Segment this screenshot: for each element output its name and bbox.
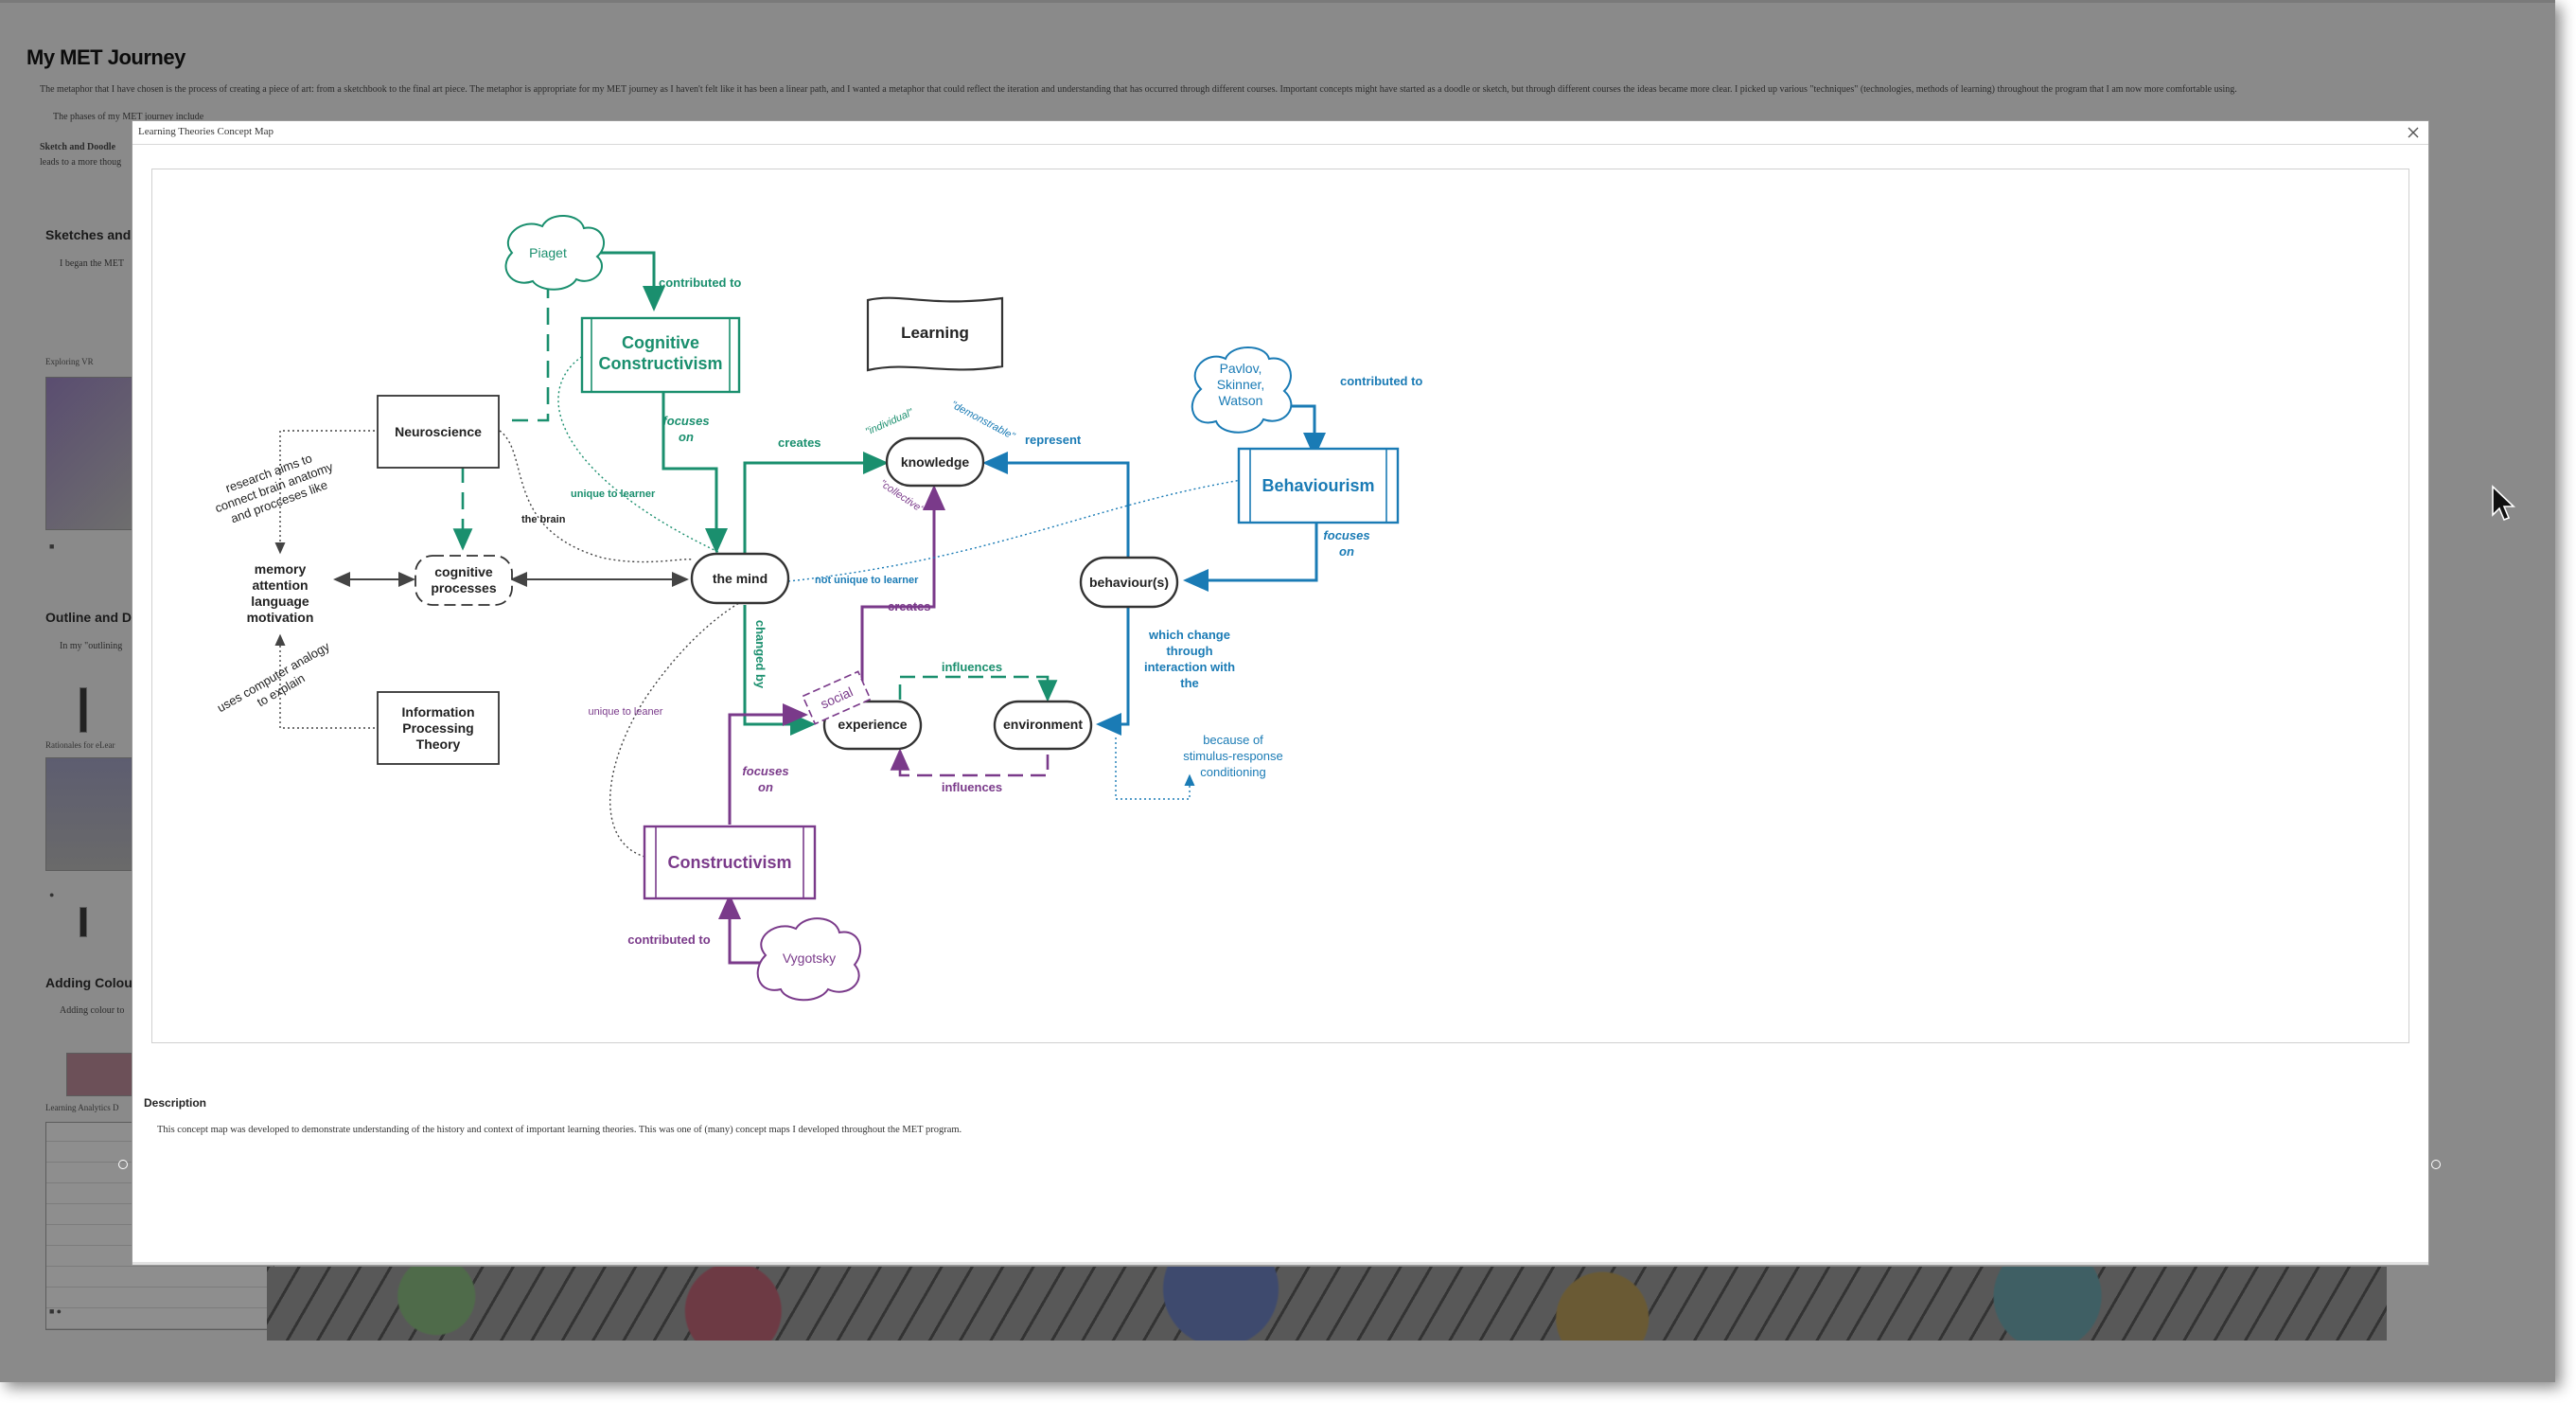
section-heading-colour: Adding Colou <box>45 975 132 990</box>
individual-text: "individual" <box>864 406 916 437</box>
constructivism-label: Constructivism <box>667 853 791 872</box>
neuroscience-label: Neuroscience <box>395 424 482 439</box>
behaviours-label: behaviour(s) <box>1089 575 1169 590</box>
modal-title: Learning Theories Concept Map <box>138 126 274 137</box>
mind-creates-label: creates <box>778 435 821 450</box>
individual-label: "individual" <box>864 406 916 437</box>
outline-text: In my "outlining <box>60 641 123 651</box>
memory-label-4: motivation <box>247 610 314 625</box>
page-title: My MET Journey <box>26 45 185 69</box>
carousel-dot-right[interactable] <box>2431 1160 2441 1169</box>
exploring-vr-caption: Exploring VR <box>45 357 94 366</box>
pavlov-label-1: Pavlov, <box>1220 361 1262 376</box>
changed-by-label: changed by <box>753 620 768 689</box>
influences-purple-label: influences <box>942 780 1002 794</box>
concept-map-modal: Learning Theories Concept Map Learning P… <box>132 120 2429 1266</box>
modal-header: Learning Theories Concept Map <box>132 121 2428 145</box>
which-label-4: the <box>1180 676 1199 690</box>
changed-by-text: changed by <box>753 620 768 689</box>
behaviourism-on-label: on <box>1339 544 1354 559</box>
represent-label: represent <box>1025 433 1082 447</box>
uses-label: uses computer analogy to explain <box>215 639 332 715</box>
cognitive-processes-label-1: cognitive <box>434 564 493 579</box>
description-heading: Description <box>144 1096 207 1110</box>
mouse-cursor-icon <box>2492 485 2515 522</box>
experience-label: experience <box>838 717 907 732</box>
sketch-heading-inline: Sketch and Doodle <box>40 142 116 152</box>
ipt-label-1: Information <box>402 704 475 719</box>
experience-creates-label: creates <box>888 599 931 613</box>
modal-footer-divider <box>132 1262 2428 1265</box>
rationales-thumbnail[interactable] <box>45 757 132 871</box>
cc-label-2: Constructivism <box>598 354 722 373</box>
pavlov-contributed-label: contributed to <box>1340 374 1422 388</box>
which-label-1: which change <box>1148 628 1230 642</box>
uses-label-1: uses computer analogy <box>215 639 332 715</box>
ipt-label-3: Theory <box>416 737 461 752</box>
description-text: This concept map was developed to demons… <box>157 1125 962 1135</box>
colour-thumbnail <box>66 1053 134 1096</box>
research-label: research aims to connect brain anatomy a… <box>213 451 335 525</box>
influences-green-label: influences <box>942 660 1002 674</box>
intro-paragraph: The metaphor that I have chosen is the p… <box>40 84 2237 95</box>
ipt-label-2: Processing <box>402 720 473 736</box>
concept-map-frame: Learning Piaget Cognitive Constructivism… <box>151 169 2409 1043</box>
because-label-3: conditioning <box>1200 765 1265 779</box>
rationales-bar <box>79 907 87 937</box>
demonstrable-text: "demonstrable" <box>949 400 1017 443</box>
carousel-dot-left[interactable] <box>118 1160 128 1169</box>
colour-text: Adding colour to <box>60 1005 125 1016</box>
which-label-3: interaction with <box>1144 660 1235 674</box>
knowledge-label: knowledge <box>901 454 970 470</box>
cognitive-processes-label-2: processes <box>431 580 496 595</box>
pavlov-label-3: Watson <box>1219 393 1263 408</box>
close-button[interactable] <box>2404 123 2423 142</box>
unique-to-leaner-label: unique to leaner <box>589 706 663 718</box>
constructivism-focuses-label: focuses <box>742 764 788 778</box>
the-brain-label: the brain <box>521 514 566 525</box>
memory-label-3: language <box>251 594 309 609</box>
piaget-contributed-label: contributed to <box>659 275 741 290</box>
comment-icon[interactable]: ■ <box>49 542 54 551</box>
because-label-2: stimulus-response <box>1183 749 1283 763</box>
analytics-icons[interactable]: ■ ● <box>49 1306 62 1316</box>
learning-label: Learning <box>901 324 969 342</box>
behaviourism-label: Behaviourism <box>1262 476 1374 495</box>
artwork-banner <box>267 1267 2387 1341</box>
pavlov-label-2: Skinner, <box>1217 377 1265 392</box>
demonstrable-label: "demonstrable" <box>949 400 1017 443</box>
cc-on-label: on <box>679 430 694 444</box>
memory-label-2: attention <box>252 577 308 593</box>
concept-map: Learning Piaget Cognitive Constructivism… <box>213 214 1422 1002</box>
constructivism-on-label: on <box>758 780 773 794</box>
leads-to-text: leads to a more thoug <box>40 157 122 168</box>
sketches-text: I began the MET <box>60 258 125 269</box>
memory-label-1: memory <box>255 561 307 577</box>
cc-label-1: Cognitive <box>622 333 699 352</box>
environment-label: environment <box>1003 717 1083 732</box>
which-label-2: through <box>1166 644 1212 658</box>
outline-thumbnail <box>79 687 87 733</box>
behaviourism-focuses-label: focuses <box>1323 528 1369 542</box>
unique-to-learner-label: unique to learner <box>571 488 656 500</box>
vygotsky-label: Vygotsky <box>783 950 836 966</box>
piaget-label: Piaget <box>529 245 567 260</box>
vygotsky-contributed-label: contributed to <box>627 932 710 947</box>
because-label-1: because of <box>1203 733 1263 747</box>
rationales-caption: Rationales for eLear <box>45 740 115 750</box>
close-icon <box>2408 127 2419 138</box>
the-mind-label: the mind <box>713 571 768 586</box>
top-border <box>0 0 2555 3</box>
cc-focuses-label: focuses <box>662 414 709 428</box>
analytics-caption: Learning Analytics D <box>45 1103 119 1112</box>
rationales-icon[interactable]: ● <box>49 890 54 899</box>
section-heading-sketches: Sketches and <box>45 227 132 242</box>
not-unique-label: not unique to learner <box>815 575 919 586</box>
section-heading-outline: Outline and D <box>45 610 132 625</box>
vr-thumbnail[interactable] <box>45 377 132 530</box>
